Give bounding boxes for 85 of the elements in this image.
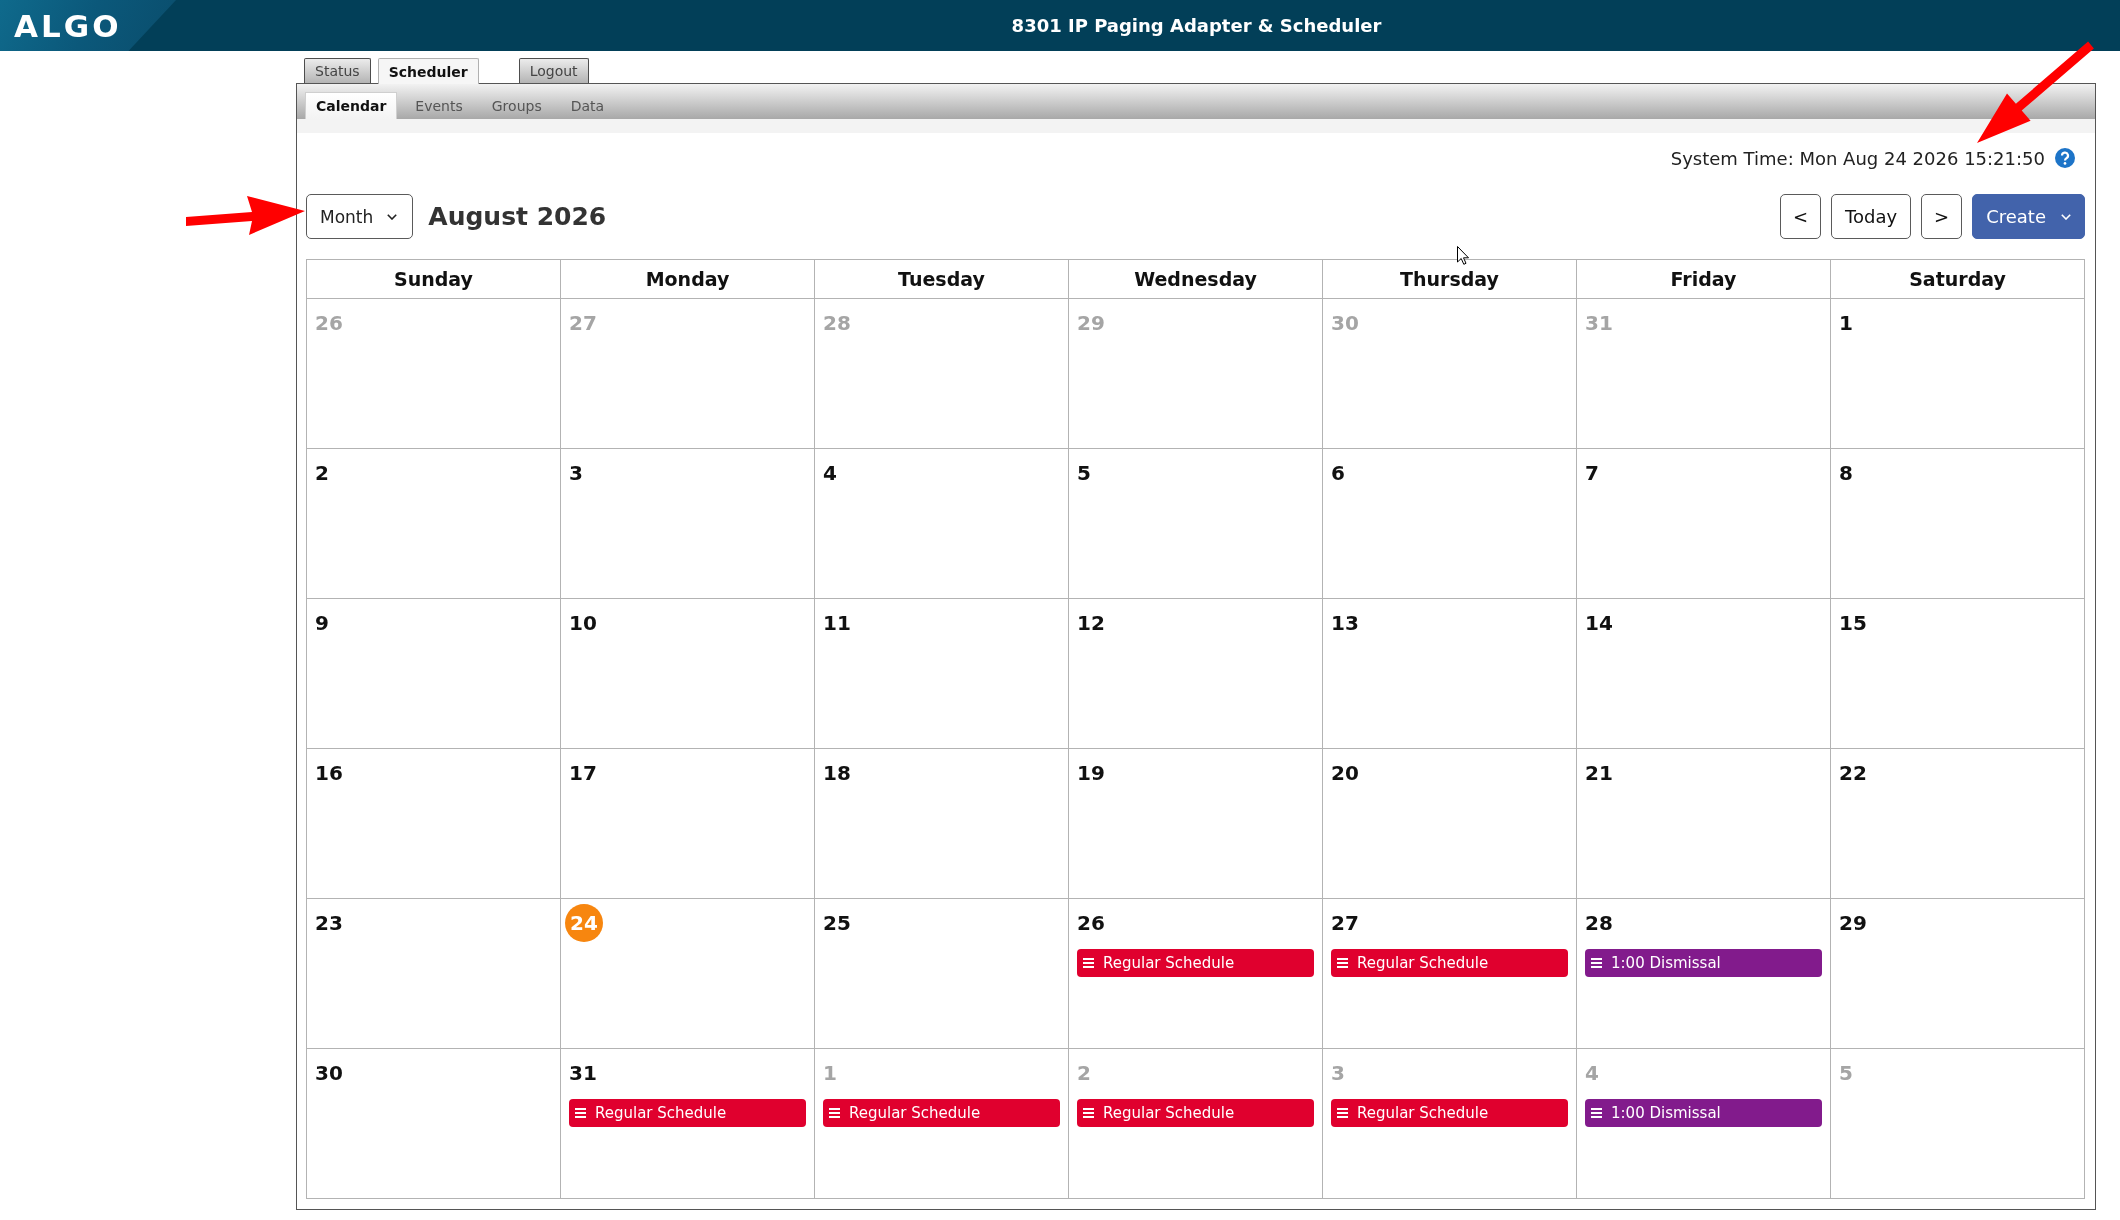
day-number: 4 — [823, 461, 837, 485]
list-icon — [1337, 958, 1348, 968]
event-chip[interactable]: 1:00 Dismissal — [1585, 949, 1822, 977]
weekday-header: Saturday — [1831, 260, 2084, 298]
day-number: 27 — [1331, 911, 1359, 935]
day-number: 20 — [1331, 761, 1359, 785]
nav-tab[interactable]: Scheduler — [377, 58, 479, 84]
day-number: 28 — [1585, 911, 1613, 935]
logout-tab[interactable]: Logout — [518, 58, 589, 83]
day-number: 2 — [315, 461, 329, 485]
sub-tab[interactable]: Events — [404, 92, 474, 119]
day-number: 19 — [1077, 761, 1105, 785]
event-chip[interactable]: Regular Schedule — [1331, 949, 1568, 977]
day-number: 30 — [1331, 311, 1359, 335]
today-button[interactable]: Today — [1831, 194, 1912, 239]
weekday-header: Thursday — [1323, 260, 1576, 298]
sub-tab[interactable]: Calendar — [305, 92, 398, 119]
chevron-down-icon — [2061, 213, 2071, 220]
day-number: 8 — [1839, 461, 1853, 485]
weekday-header: Tuesday — [815, 260, 1068, 298]
day-number: 1 — [1839, 311, 1853, 335]
weekday-header: Sunday — [307, 260, 560, 298]
day-number: 22 — [1839, 761, 1867, 785]
day-number: 30 — [315, 1061, 343, 1085]
system-time-text: System Time: Mon Aug 24 2026 15:21:50 — [1670, 147, 2045, 169]
day-number: 31 — [1585, 311, 1613, 335]
event-chip[interactable]: Regular Schedule — [1331, 1099, 1568, 1127]
calendar-title: August 2026 — [428, 202, 607, 231]
list-icon — [1337, 1108, 1348, 1118]
day-number: 31 — [569, 1061, 597, 1085]
create-button[interactable]: Create — [1972, 194, 2085, 239]
event-chip[interactable]: Regular Schedule — [1077, 1099, 1314, 1127]
day-number: 26 — [1077, 911, 1105, 935]
day-number: 11 — [823, 611, 851, 635]
day-number: 27 — [569, 311, 597, 335]
list-icon — [829, 1108, 840, 1118]
cursor-icon — [1457, 246, 1469, 265]
day-number: 3 — [1331, 1061, 1345, 1085]
chevron-down-icon — [387, 213, 398, 220]
day-number: 5 — [1839, 1061, 1853, 1085]
list-icon — [1591, 958, 1602, 968]
day-number: 26 — [315, 311, 343, 335]
event-chip[interactable]: 1:00 Dismissal — [1585, 1099, 1822, 1127]
logo: ALGO — [0, 0, 176, 51]
day-number: 1 — [823, 1061, 837, 1085]
weekday-header: Wednesday — [1069, 260, 1322, 298]
day-number: 23 — [315, 911, 343, 935]
day-number: 17 — [569, 761, 597, 785]
day-number: 6 — [1331, 461, 1345, 485]
previous-button[interactable]: < — [1779, 194, 1822, 239]
sub-tab[interactable]: Data — [559, 92, 616, 119]
help-icon — [2055, 148, 2075, 168]
sub-tab[interactable]: Groups — [480, 92, 553, 119]
day-number: 14 — [1585, 611, 1613, 635]
app-title: 8301 IP Paging Adapter & Scheduler — [1011, 15, 1382, 36]
day-number: 18 — [823, 761, 851, 785]
event-chip[interactable]: Regular Schedule — [1077, 949, 1314, 977]
day-number: 29 — [1839, 911, 1867, 935]
day-number: 4 — [1585, 1061, 1599, 1085]
day-number: 16 — [315, 761, 343, 785]
day-number: 5 — [1077, 461, 1091, 485]
event-chip[interactable]: Regular Schedule — [823, 1099, 1060, 1127]
event-chip[interactable]: Regular Schedule — [569, 1099, 806, 1127]
day-number: 13 — [1331, 611, 1359, 635]
nav-tab[interactable]: Status — [304, 58, 371, 83]
day-number: 7 — [1585, 461, 1599, 485]
today-marker: 24 — [565, 904, 603, 942]
day-number: 12 — [1077, 611, 1105, 635]
weekday-header: Monday — [561, 260, 814, 298]
next-button[interactable]: > — [1921, 194, 1963, 239]
view-dropdown[interactable]: Month — [306, 194, 414, 239]
day-number: 2 — [1077, 1061, 1091, 1085]
list-icon — [1083, 958, 1094, 968]
weekday-header: Friday — [1577, 260, 1830, 298]
list-icon — [575, 1108, 586, 1118]
day-number: 10 — [569, 611, 597, 635]
day-number: 28 — [823, 311, 851, 335]
day-number: 3 — [569, 461, 583, 485]
day-number: 29 — [1077, 311, 1105, 335]
day-number: 21 — [1585, 761, 1613, 785]
list-icon — [1083, 1108, 1094, 1118]
day-number: 15 — [1839, 611, 1867, 635]
list-icon — [1591, 1108, 1602, 1118]
day-number: 25 — [823, 911, 851, 935]
day-number: 9 — [315, 611, 329, 635]
